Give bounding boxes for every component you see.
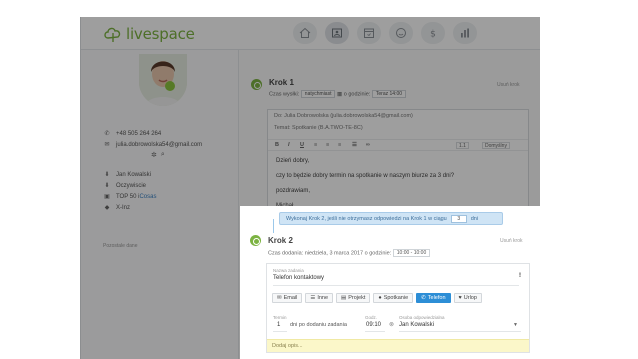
clear-time-icon[interactable]: ⊗ xyxy=(389,321,394,328)
task-owner-label: Osoba odpowiedzialna xyxy=(399,315,445,320)
tip-days-input[interactable]: 3 xyxy=(450,214,467,223)
task-name-label: Nazwa zadania xyxy=(273,268,304,273)
task-warning-icon: ! xyxy=(519,273,521,279)
task-description-field[interactable]: Dodaj opis... xyxy=(267,339,529,352)
task-type-meeting-label: Spotkanie xyxy=(383,295,409,301)
task-card: Nazwa zadania Telefon kontaktowy ! ✉ Emai… xyxy=(266,263,530,353)
tip-text: Wykonaj Krok 2, jeśli nie otrzymasz odpo… xyxy=(286,215,447,222)
step-connector xyxy=(273,219,274,233)
step2-meta: Czas dodania: niedziela, 3 marca 2017 o … xyxy=(268,249,431,257)
step-delay-tip: Wykonaj Krok 2, jeśli nie otrzymasz odpo… xyxy=(279,212,503,225)
task-type-email-label: Email xyxy=(283,295,298,301)
list-icon: ☰ xyxy=(310,295,316,301)
task-type-leave-button[interactable]: ♥ Urlop xyxy=(453,293,482,303)
task-type-other-button[interactable]: ☰ Inne xyxy=(305,293,334,303)
task-type-email-button[interactable]: ✉ Email xyxy=(272,293,303,303)
task-type-buttons: ✉ Email ☰ Inne ▤ Projekt ● Spotkanie ✆ Telefo… xyxy=(272,293,482,303)
task-owner-underline xyxy=(399,331,521,332)
step2-meta-value: niedziela, 3 marca 2017 o godzinie: xyxy=(304,250,392,257)
step2-title: Krok 2 xyxy=(268,236,293,245)
task-time-label: Godz. xyxy=(365,315,378,320)
chevron-down-icon[interactable]: ▼ xyxy=(513,322,518,328)
task-days-after-text: dni po dodaniu zadania xyxy=(290,322,347,328)
task-name-underline xyxy=(273,285,519,286)
phone-icon: ✆ xyxy=(421,295,426,301)
task-type-phone-label: Telefon xyxy=(427,295,446,301)
task-time-input[interactable]: 09:10 xyxy=(366,322,381,328)
tip-unit: dni xyxy=(470,215,479,222)
task-days-label: Termin xyxy=(273,315,287,320)
task-days-input[interactable]: 1 xyxy=(277,322,280,328)
folder-icon: ▤ xyxy=(341,295,347,301)
task-type-meeting-button[interactable]: ● Spotkanie xyxy=(373,293,414,303)
task-type-other-label: Inne xyxy=(317,295,329,301)
task-name-input[interactable]: Telefon kontaktowy xyxy=(273,275,324,281)
step2-meta-label: Czas dodania: xyxy=(268,250,304,257)
mail-icon: ✉ xyxy=(277,295,282,301)
task-type-leave-label: Urlop xyxy=(463,295,477,301)
step2-delete-link[interactable]: Usuń krok xyxy=(500,238,523,244)
step2-marker xyxy=(250,235,261,246)
screenshot-stage: livespace $ ✆ +48 505 264 264 ✉ julia.do… xyxy=(0,0,638,359)
task-owner-select[interactable]: Jan Kowalski xyxy=(399,322,434,328)
task-days-underline xyxy=(273,331,287,332)
task-type-project-button[interactable]: ▤ Projekt xyxy=(336,293,371,303)
task-type-phone-button[interactable]: ✆ Telefon xyxy=(416,293,451,303)
task-time-underline xyxy=(365,331,385,332)
users-icon: ● xyxy=(378,295,382,301)
heart-icon: ♥ xyxy=(458,295,462,301)
task-type-project-label: Projekt xyxy=(348,295,366,301)
step2-time-select[interactable]: 10:00 - 10:00 xyxy=(392,249,431,257)
